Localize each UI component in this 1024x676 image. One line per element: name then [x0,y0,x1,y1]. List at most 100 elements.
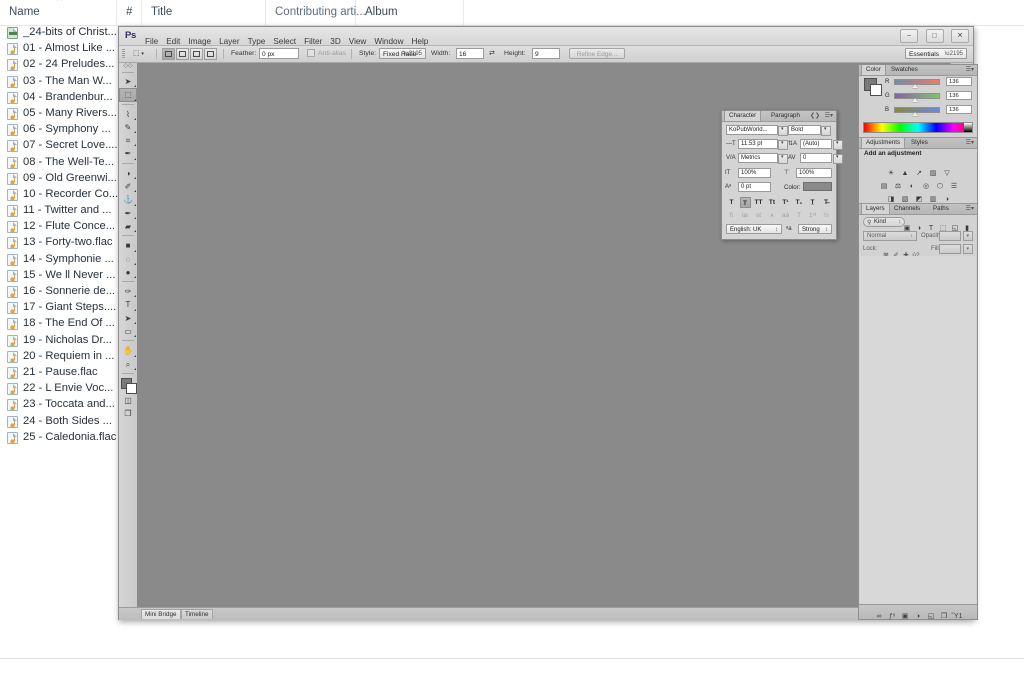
minimize-button[interactable]: – [900,29,919,43]
new-selection-button[interactable] [162,48,175,60]
tools-panel-grip[interactable]: ◇◇ [119,63,137,71]
gradient-tool[interactable]: ■ [119,239,137,252]
path-selection-tool[interactable]: ➤ [119,312,137,325]
quick-mask-button[interactable]: ◫ [119,394,137,407]
brush-tool[interactable]: ✐ [119,180,137,193]
layer-mask-button[interactable]: ▣ [899,610,912,624]
background-color-swatch[interactable] [870,84,882,96]
type-style-button-7[interactable]: ½ [821,210,832,221]
column-header-album[interactable]: Album [356,0,464,25]
collapse-panel-icon[interactable]: ❮❯ [810,112,820,119]
tab-paragraph[interactable]: Paragraph [767,111,804,121]
kerning-input[interactable]: Metrics [738,153,788,164]
pen-tool[interactable]: ✑ [119,285,137,298]
tab-character[interactable]: Character [724,111,762,121]
font-size-input[interactable]: 11.53 pt [738,139,788,150]
panel-menu-icon[interactable]: ☰▾ [966,66,974,73]
text-color-swatch[interactable] [803,182,832,191]
type-style-button-5[interactable]: T₁ [794,197,805,208]
column-header-name[interactable]: Name ^ [0,0,117,25]
panel-menu-icon[interactable]: ☰▾ [966,139,974,146]
new-layer-button[interactable]: ❐ [938,610,951,624]
move-tool[interactable]: ➤ [119,75,137,88]
type-style-button-3[interactable]: Tt [767,197,778,208]
font-size-dropdown-icon[interactable] [778,140,788,150]
spot-healing-brush-tool[interactable]: ◑ [119,167,137,180]
screen-mode-button[interactable]: ❐ [119,407,137,420]
column-header-contributing-artists[interactable]: Contributing arti... [266,0,366,25]
type-style-button-4[interactable]: aā [780,210,791,221]
leading-input[interactable]: (Auto) [800,139,843,150]
type-style-button-3[interactable]: ᴀ [767,210,778,221]
anti-alias-checkbox[interactable] [307,49,315,57]
blur-tool[interactable]: ◌ [119,253,137,266]
column-header-extra[interactable] [464,0,524,25]
tab-timeline[interactable]: Timeline [181,609,213,619]
swap-width-height-icon[interactable]: ⇄ [489,49,495,59]
style-select[interactable]: Fixed Ratio \u2195 [379,48,426,59]
green-thumb[interactable] [912,98,918,102]
antialias-method-select[interactable]: Strong ↕ [798,224,832,234]
type-style-button-6[interactable]: T̲ [807,197,818,208]
type-style-button-2[interactable]: st [753,210,764,221]
blend-mode-select[interactable]: Normal ↕ [863,231,917,241]
maximize-button[interactable]: □ [925,29,944,43]
new-group-button[interactable]: ◱ [925,610,938,624]
tracking-input[interactable]: 0 [800,153,843,164]
background-color-swatch[interactable] [126,382,137,394]
subtract-from-selection-button[interactable] [190,48,203,60]
type-tool[interactable]: T [119,298,137,311]
dodge-tool[interactable]: ● [119,266,137,279]
tab-color[interactable]: Color [861,65,886,75]
red-value-input[interactable]: 136 [946,77,972,86]
tab-swatches[interactable]: Swatches [887,65,922,75]
fill-input[interactable] [939,244,961,254]
type-style-button-0[interactable]: T [726,197,737,208]
panel-menu-icon[interactable]: ☰▾ [825,112,833,119]
tool-preset-picker[interactable]: ⬚ ▾ [133,49,144,59]
layer-style-button[interactable]: ƒˣ [886,610,899,624]
color-spectrum-ramp[interactable] [863,122,973,133]
photoshop-title-bar[interactable]: Ps File Edit Image Layer Type Select Filter 3D V… [119,27,973,46]
type-style-button-6[interactable]: 1ˢᵗ [807,210,818,221]
leading-dropdown-icon[interactable] [833,140,843,150]
width-input[interactable]: 16 [456,48,484,59]
type-style-button-2[interactable]: TT [753,197,764,208]
hand-tool[interactable]: ✋ [119,344,137,357]
close-button[interactable]: ✕ [951,29,969,43]
layer-filter-select[interactable]: ⚲ Kind ↕ [863,217,905,227]
type-style-button-5[interactable]: T [794,210,805,221]
new-fill-adjustment-button[interactable]: ◑ [912,610,925,624]
refine-edge-button[interactable]: Refine Edge... [569,48,625,59]
eyedropper-tool[interactable]: ✒ [119,147,137,160]
vertical-scale-input[interactable]: 100% [738,168,771,178]
crop-tool[interactable]: ⌗ [119,134,137,147]
fill-stepper[interactable]: ▾ [963,244,973,254]
history-brush-tool[interactable]: ✒ [119,207,137,220]
column-header-title[interactable]: Title [142,0,266,25]
clone-stamp-tool[interactable]: ⚓ [119,193,137,206]
type-style-button-1[interactable]: T [739,197,751,208]
layer-list[interactable] [860,256,976,604]
panel-menu-icon[interactable]: ☰▾ [966,205,974,212]
tab-adjustments[interactable]: Adjustments [861,138,906,148]
kerning-dropdown-icon[interactable] [778,154,788,164]
font-style-dropdown-icon[interactable] [821,126,831,136]
tab-paths[interactable]: Paths [929,204,953,214]
quick-selection-tool[interactable]: ✎ [119,121,137,134]
font-family-input[interactable]: KoPubWorld... [726,125,788,136]
tab-channels[interactable]: Channels [890,204,924,214]
baseline-shift-input[interactable]: 0 pt [738,182,771,192]
lasso-tool[interactable]: ⌇ [119,108,137,121]
horizontal-scale-input[interactable]: 100% [796,168,832,178]
delete-layer-button[interactable]: Ὕ1 [951,610,964,624]
height-input[interactable]: 9 [532,48,560,59]
color-panel-swatches[interactable] [864,78,882,96]
font-family-dropdown-icon[interactable] [778,126,788,136]
language-select[interactable]: English: UK ↕ [726,224,782,234]
blue-value-input[interactable]: 136 [946,105,972,114]
type-style-button-4[interactable]: T¹ [780,197,791,208]
eraser-tool[interactable]: ▰ [119,220,137,233]
font-style-input[interactable]: Bold [788,125,831,136]
tab-mini-bridge[interactable]: Mini Bridge [141,609,181,619]
